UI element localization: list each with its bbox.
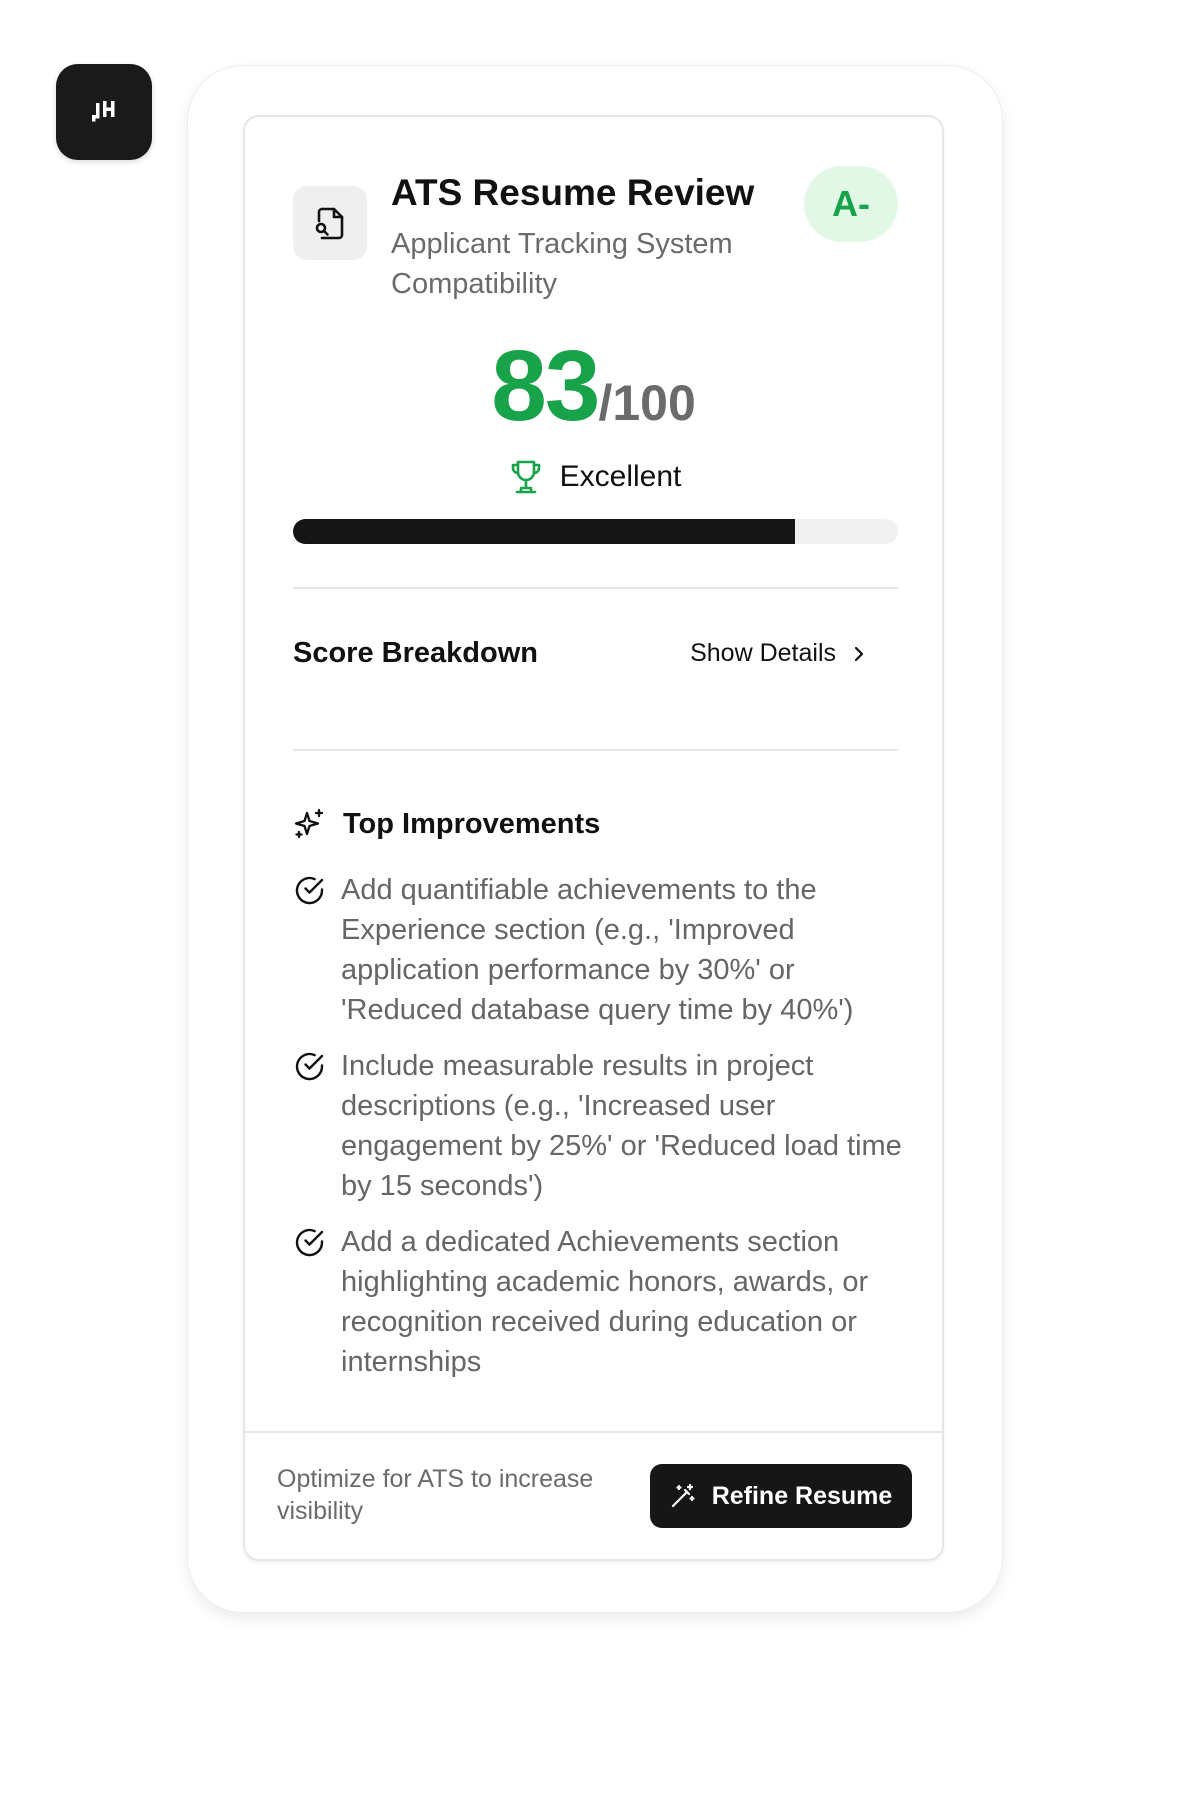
check-circle-icon xyxy=(295,876,324,905)
rating-label: Excellent xyxy=(559,460,682,493)
score-progress-fill xyxy=(293,519,796,544)
trophy-icon xyxy=(511,460,540,494)
divider xyxy=(293,587,898,589)
list-item: Add a dedicated Achievements section hig… xyxy=(293,1222,923,1382)
review-title: ATS Resume Review xyxy=(391,172,755,213)
improvement-text: Add a dedicated Achievements section hig… xyxy=(341,1226,869,1378)
refine-resume-button[interactable]: Refine Resume xyxy=(650,1464,912,1528)
score-value: 83 xyxy=(491,330,600,442)
list-item: Add quantifiable achievements to the Exp… xyxy=(293,870,923,1030)
top-improvements-title: Top Improvements xyxy=(343,807,601,840)
grade-badge: A- xyxy=(804,166,898,242)
card-footer: Optimize for ATS to increase visibility … xyxy=(245,1431,942,1559)
card-header: ATS Resume Review Applicant Tracking Sys… xyxy=(293,166,898,302)
show-details-button[interactable]: Show Details xyxy=(690,639,868,668)
check-circle-icon xyxy=(295,1228,324,1257)
improvement-text: Include measurable results in project de… xyxy=(341,1050,902,1202)
refine-resume-label: Refine Resume xyxy=(711,1481,893,1510)
ats-review-card: ATS Resume Review Applicant Tracking Sys… xyxy=(243,115,944,1561)
improvement-text: Add quantifiable achievements to the Exp… xyxy=(341,874,854,1026)
check-circle-icon xyxy=(295,1052,324,1081)
improvements-list: Add quantifiable achievements to the Exp… xyxy=(293,870,923,1398)
score-progress-bar xyxy=(293,519,898,544)
magic-wand-icon xyxy=(671,1483,695,1508)
divider xyxy=(293,749,898,751)
app-logo[interactable] xyxy=(56,64,152,160)
show-details-label: Show Details xyxy=(690,639,836,667)
score-breakdown-row: Score Breakdown Show Details xyxy=(293,637,898,677)
sparkles-icon xyxy=(294,808,324,839)
review-subtitle: Applicant Tracking System Compatibility xyxy=(391,228,733,300)
top-improvements-header: Top Improvements xyxy=(293,807,600,841)
document-search-icon-tile xyxy=(293,186,367,260)
rating-row: Excellent xyxy=(245,457,942,497)
jh-logo-icon xyxy=(92,101,115,122)
score-display: 83/100 xyxy=(245,329,942,444)
chevron-right-icon xyxy=(854,646,864,661)
footer-note: Optimize for ATS to increase visibility xyxy=(277,1465,594,1525)
score-max: /100 xyxy=(598,375,696,431)
breakdown-title: Score Breakdown xyxy=(293,637,538,669)
list-item: Include measurable results in project de… xyxy=(293,1046,923,1206)
document-search-icon xyxy=(315,207,344,240)
